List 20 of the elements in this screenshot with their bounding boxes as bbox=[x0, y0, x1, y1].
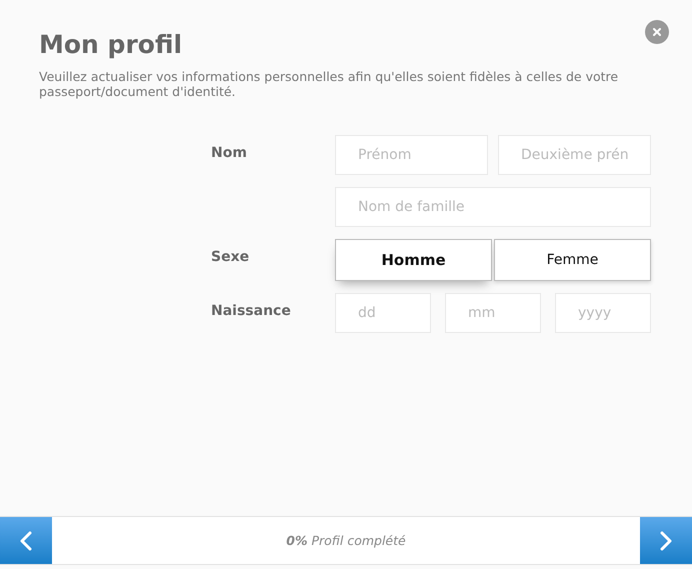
birth-date-field[interactable]: mm bbox=[445, 293, 541, 333]
close-button[interactable] bbox=[645, 20, 669, 44]
next-button[interactable] bbox=[640, 517, 692, 564]
previous-button[interactable] bbox=[0, 517, 52, 564]
chevron-right-icon bbox=[660, 530, 672, 550]
birth-label: Naissance bbox=[211, 302, 292, 321]
name-label: Nom bbox=[211, 144, 248, 163]
birth-date-field[interactable]: dd bbox=[335, 293, 431, 333]
close-icon bbox=[652, 27, 662, 37]
birth-date-field[interactable]: yyyy bbox=[555, 293, 651, 333]
page-description: Veuillez actualiser vos informations personnelles afin qu'elles soient fidèles à celles de votre passeport/document d'identité. bbox=[39, 69, 620, 99]
sex-option[interactable]: Homme bbox=[335, 239, 492, 281]
middle-name-field[interactable]: Deuxième prén bbox=[498, 135, 651, 175]
first-name-field[interactable]: Prénom bbox=[335, 135, 488, 175]
progress-text: 0% Profil complété bbox=[286, 533, 406, 548]
last-name-field[interactable]: Nom de famille bbox=[335, 187, 651, 227]
chevron-left-icon bbox=[20, 530, 32, 550]
sex-label: Sexe bbox=[211, 248, 250, 267]
page-title: Mon profil bbox=[39, 30, 184, 59]
sex-option[interactable]: Femme bbox=[494, 239, 651, 281]
